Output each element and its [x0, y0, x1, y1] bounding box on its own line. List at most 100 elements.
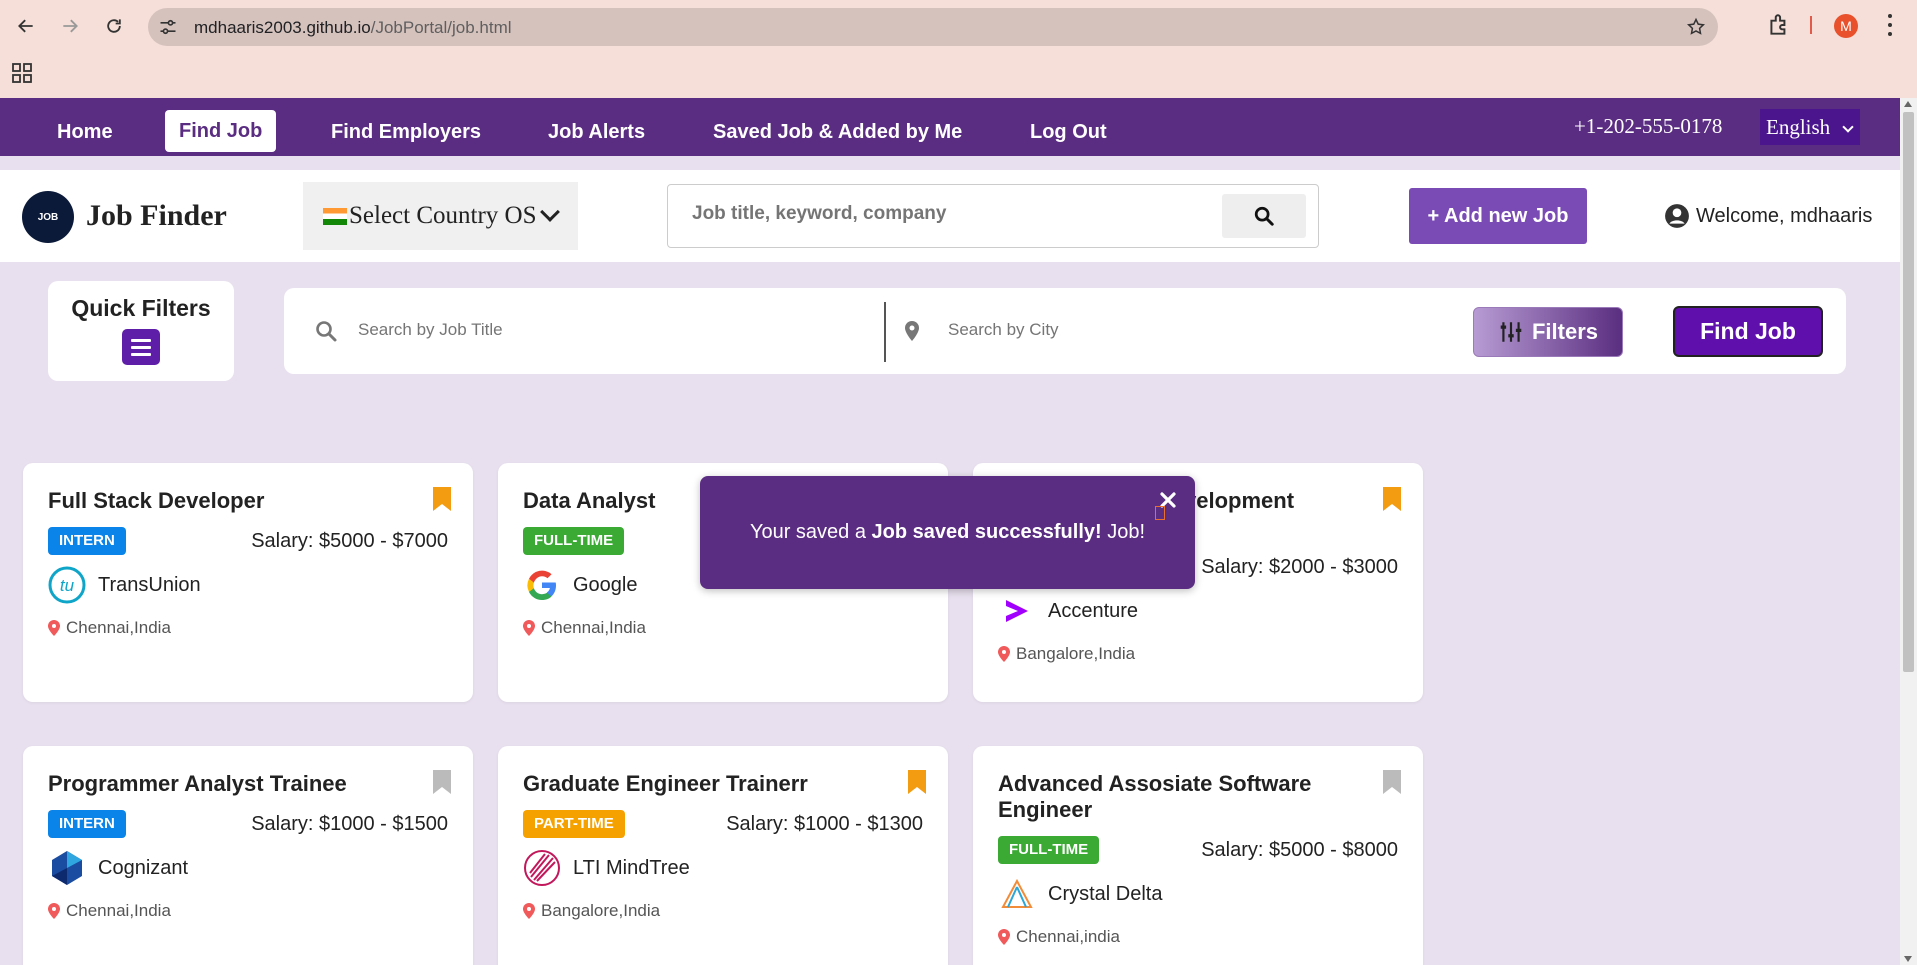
nav-job-alerts[interactable]: Job Alerts: [548, 112, 645, 152]
scrollbar-thumb[interactable]: [1903, 112, 1914, 672]
svg-text:tu: tu: [60, 576, 75, 595]
job-card[interactable]: Programmer Analyst Trainee INTERN Salary…: [23, 746, 473, 965]
job-card[interactable]: Full Stack Developer INTERN Salary: $500…: [23, 463, 473, 702]
language-select[interactable]: English: [1760, 109, 1860, 145]
job-salary: Salary: $1000 - $1500: [251, 813, 448, 835]
find-job-button[interactable]: Find Job: [1673, 306, 1823, 357]
scroll-down-icon[interactable]: [1904, 956, 1912, 962]
location-pin-icon: [998, 646, 1010, 662]
accenture-logo-icon: [998, 592, 1036, 630]
job-title[interactable]: Graduate Engineer Trainerr: [523, 771, 893, 797]
search-divider: [884, 302, 886, 362]
job-title[interactable]: velopment: [1184, 488, 1354, 514]
country-select-label: Select Country OS: [349, 202, 537, 229]
job-location: Chennai,India: [48, 618, 171, 638]
nav-home[interactable]: Home: [57, 112, 113, 152]
quick-filters-menu-button[interactable]: [122, 329, 160, 365]
crystal-delta-logo-icon: [998, 875, 1036, 913]
toast-notification: Your saved a Job saved successfully! Job…: [700, 476, 1195, 589]
job-location: Chennai,India: [48, 901, 171, 921]
bookmark-icon[interactable]: [433, 770, 451, 794]
bookmark-icon[interactable]: [433, 487, 451, 511]
keyword-search-button[interactable]: [1222, 194, 1306, 238]
toast-message-suffix: Job!: [1101, 521, 1146, 543]
forward-icon[interactable]: [54, 10, 86, 42]
job-search-bar: Filters Find Job: [284, 288, 1846, 374]
keyword-search-input[interactable]: [692, 203, 1212, 225]
job-title[interactable]: Advanced Assosiate Software Engineer: [998, 771, 1368, 823]
job-salary: Salary: $5000 - $7000: [251, 530, 448, 552]
page-scrollbar[interactable]: [1900, 98, 1917, 965]
job-card[interactable]: Graduate Engineer Trainerr PART-TIME Sal…: [498, 746, 948, 965]
company: Crystal Delta: [998, 875, 1162, 913]
location-text: Bangalore,India: [541, 901, 661, 920]
reload-icon[interactable]: [98, 10, 130, 42]
transunion-logo-icon: tu: [48, 566, 86, 604]
ltimindtree-logo-icon: [523, 849, 561, 887]
job-type-badge: PART-TIME: [523, 810, 625, 838]
city-search-input[interactable]: [948, 320, 1448, 340]
add-new-job-button[interactable]: + Add new Job: [1409, 188, 1587, 244]
phone-number: +1-202-555-0178: [1574, 114, 1723, 138]
bookmark-star-icon[interactable]: [1686, 17, 1706, 37]
toolbar-separator: [1810, 16, 1812, 34]
nav-find-employers[interactable]: Find Employers: [331, 112, 481, 152]
filters-button[interactable]: Filters: [1473, 307, 1623, 357]
job-type-badge: FULL-TIME: [523, 527, 625, 555]
bookmark-icon[interactable]: [908, 770, 926, 794]
company-name: Google: [573, 573, 638, 596]
job-type-badge: FULL-TIME: [998, 836, 1100, 864]
job-title-search-input[interactable]: [358, 320, 858, 340]
nav-saved-jobs[interactable]: Saved Job & Added by Me: [713, 112, 962, 152]
location-pin-icon: [998, 929, 1010, 945]
language-value: English: [1766, 115, 1831, 139]
search-icon: [316, 321, 337, 342]
mouse-cursor: [1155, 506, 1165, 520]
location-pin-icon: [48, 903, 60, 919]
back-icon[interactable]: [10, 10, 42, 42]
address-bar[interactable]: mdhaaris2003.github.io/JobPortal/job.htm…: [148, 8, 1718, 46]
filters-label: Filters: [1531, 319, 1599, 344]
job-salary: Salary: $2000 - $3000: [1201, 556, 1398, 578]
user-circle-icon: [1665, 204, 1689, 228]
keyword-search: [667, 184, 1319, 248]
location-pin-icon: [905, 321, 919, 341]
site-header: JOB Job Finder Select Country OS + Add n…: [0, 170, 1900, 262]
company-name: Cognizant: [98, 856, 189, 879]
location-text: Chennai,India: [66, 618, 171, 637]
job-location: Bangalore,India: [523, 901, 660, 921]
job-card[interactable]: Advanced Assosiate Software Engineer FUL…: [973, 746, 1423, 965]
scroll-up-icon[interactable]: [1904, 101, 1912, 107]
bookmark-icon[interactable]: [1383, 487, 1401, 511]
welcome-user[interactable]: Welcome, mdhaaris: [1664, 203, 1872, 229]
nav-log-out[interactable]: Log Out: [1030, 112, 1107, 152]
location-pin-icon: [523, 620, 535, 636]
profile-avatar[interactable]: M: [1834, 14, 1858, 38]
apps-grid-icon[interactable]: [12, 63, 32, 83]
job-title[interactable]: Programmer Analyst Trainee: [48, 771, 418, 797]
site-settings-icon[interactable]: [158, 17, 178, 37]
location-pin-icon: [48, 620, 60, 636]
bookmark-icon[interactable]: [1383, 770, 1401, 794]
job-salary: Salary: $1000 - $1300: [726, 813, 923, 835]
cognizant-logo-icon: [48, 849, 86, 887]
brand-name[interactable]: Job Finder: [86, 199, 227, 233]
browser-menu-icon[interactable]: [1880, 12, 1900, 38]
location-text: Bangalore,India: [1016, 644, 1136, 663]
logo[interactable]: JOB: [22, 191, 74, 243]
job-title[interactable]: Full Stack Developer: [48, 488, 418, 514]
company-name: LTI MindTree: [573, 856, 690, 879]
toast-message: Your saved a Job saved successfully! Job…: [700, 521, 1195, 544]
chevron-down-icon: [539, 202, 560, 222]
location-text: Chennai,India: [66, 901, 171, 920]
country-select[interactable]: Select Country OS: [303, 182, 578, 250]
job-location: Chennai,India: [523, 618, 646, 638]
job-location: Bangalore,India: [998, 644, 1135, 664]
location-pin-icon: [523, 903, 535, 919]
company-name: Crystal Delta: [1048, 882, 1163, 905]
extensions-icon[interactable]: [1766, 12, 1792, 38]
company: LTI MindTree: [523, 849, 690, 887]
quick-filters-title: Quick Filters: [71, 295, 211, 321]
nav-find-job[interactable]: Find Job: [165, 110, 277, 152]
chevron-down-icon: [1842, 121, 1854, 133]
